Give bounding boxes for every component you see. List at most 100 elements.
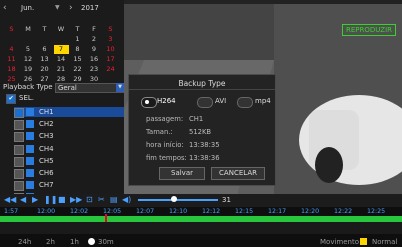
- next-year-icon[interactable]: ›: [69, 3, 73, 13]
- scissors-icon[interactable]: ✂: [98, 195, 105, 204]
- calendar-day[interactable]: 2: [87, 35, 102, 44]
- calendar-day[interactable]: 23: [87, 65, 102, 74]
- weekday-label: F: [92, 25, 96, 33]
- channel-checkbox[interactable]: [14, 120, 24, 131]
- time-tick: 12:12: [202, 208, 221, 215]
- calendar-day[interactable]: 21: [54, 65, 69, 74]
- save-button[interactable]: Salvar: [159, 167, 205, 180]
- calendar-day[interactable]: 15: [70, 55, 85, 64]
- weekday-label: T: [75, 25, 80, 33]
- calendar-day[interactable]: 20: [37, 65, 52, 74]
- calendar-day[interactable]: 7: [53, 45, 69, 54]
- channel-row-ch7[interactable]: CH7: [14, 180, 124, 192]
- radio-mp4[interactable]: [237, 97, 253, 108]
- playback-type-select[interactable]: Geral ▼: [55, 83, 125, 93]
- zoom-24h[interactable]: 24h: [18, 238, 31, 246]
- channel-play-icon[interactable]: [26, 120, 34, 129]
- channel-play-icon[interactable]: [26, 156, 34, 165]
- channel-checkbox[interactable]: [14, 132, 24, 143]
- stop-icon[interactable]: ■: [58, 195, 66, 204]
- channel-checkbox[interactable]: [14, 169, 24, 179]
- calendar-day[interactable]: 13: [37, 55, 52, 64]
- calendar-day[interactable]: 9: [87, 45, 102, 54]
- frame-icon[interactable]: ⊡: [86, 195, 93, 204]
- channel-checkbox[interactable]: [14, 181, 24, 192]
- channel-list: CH1CH2CH3CH4CH5CH6CH7CH8: [0, 107, 124, 207]
- pause-icon[interactable]: ❚❚: [44, 195, 57, 204]
- weekday-label: T: [42, 25, 47, 33]
- calendar-day[interactable]: 12: [21, 55, 36, 64]
- calendar-day[interactable]: 22: [70, 65, 85, 74]
- divider: [129, 89, 275, 90]
- volume-slider-handle[interactable]: [171, 196, 177, 202]
- legend-normal: Normal: [372, 238, 398, 246]
- calendar-day[interactable]: 6: [37, 45, 52, 54]
- calendar-day[interactable]: 14: [54, 55, 69, 64]
- fim-tempos-label: fim tempos:: [146, 154, 187, 162]
- channel-play-icon[interactable]: [26, 181, 34, 190]
- cancel-button[interactable]: CANCELAR: [211, 167, 265, 180]
- channel-row-ch2[interactable]: CH2: [14, 119, 124, 131]
- zoom-1h[interactable]: 1h: [70, 238, 79, 246]
- time-tick: 12:15: [235, 208, 254, 215]
- reproduzir-button[interactable]: REPRODUZIR: [342, 24, 396, 36]
- calendar-day[interactable]: 24: [103, 65, 118, 74]
- volume-slider[interactable]: [138, 196, 218, 202]
- channel-play-icon[interactable]: [26, 144, 34, 153]
- calendar-day[interactable]: 1: [70, 35, 85, 44]
- select-all-checkbox[interactable]: ✔: [6, 94, 16, 104]
- calendar-day[interactable]: 4: [4, 45, 19, 54]
- backup-type-dialog: Backup Type H264 AVI mp4 passagem: CH1 T…: [128, 74, 276, 186]
- radio-h264[interactable]: [141, 97, 157, 108]
- channel-row-ch1[interactable]: CH1: [14, 107, 124, 118]
- weekday-label: M: [25, 25, 31, 33]
- legend-movimento: Movimento: [320, 238, 359, 246]
- step-back-icon[interactable]: ◀: [20, 195, 26, 204]
- zoom-2h[interactable]: 2h: [46, 238, 55, 246]
- calendar-day[interactable]: 17: [103, 55, 118, 64]
- calendar-day[interactable]: 11: [4, 55, 19, 64]
- calendar-day[interactable]: 8: [70, 45, 85, 54]
- time-tick: 12:07: [136, 208, 155, 215]
- channel-row-ch4[interactable]: CH4: [14, 144, 124, 155]
- calendar-day[interactable]: 3: [103, 35, 118, 44]
- calendar-day[interactable]: 18: [4, 65, 19, 74]
- timeline-footer: 24h 2h 1h 30m Movimento Normal: [0, 236, 402, 246]
- playback-type-label: Playback Type: [3, 83, 53, 91]
- channel-checkbox[interactable]: [14, 156, 24, 167]
- time-tick: 1:57: [4, 208, 19, 215]
- channel-play-icon[interactable]: [26, 132, 34, 141]
- format-h264-label: H264: [157, 97, 176, 105]
- calendar-day[interactable]: 16: [87, 55, 102, 64]
- channel-row-ch5[interactable]: CH5: [14, 156, 124, 167]
- calendar-day[interactable]: 19: [21, 65, 36, 74]
- select-all-row[interactable]: ✔ SEL.: [3, 94, 123, 104]
- backup-icon[interactable]: ▤: [110, 195, 118, 204]
- channel-checkbox[interactable]: [14, 108, 24, 118]
- weekday-row: SMTWTFS: [4, 25, 120, 34]
- radio-avi[interactable]: [197, 97, 213, 108]
- prev-month-icon[interactable]: ‹: [3, 3, 7, 13]
- fast-forward-icon[interactable]: ▶▶: [70, 195, 82, 204]
- calendar-week-row: 18 19 20 21 22 23 24: [4, 65, 120, 74]
- channel-play-icon[interactable]: [26, 108, 34, 116]
- rewind-icon[interactable]: ◀◀: [4, 195, 16, 204]
- zoom-30m[interactable]: 30m: [98, 238, 114, 246]
- channel-checkbox[interactable]: [14, 144, 24, 155]
- channel-label: CH6: [39, 169, 54, 177]
- calendar-day[interactable]: 5: [21, 45, 36, 54]
- format-avi-label: AVI: [215, 97, 227, 105]
- time-tick: 12:20: [301, 208, 320, 215]
- play-icon[interactable]: ▶: [32, 195, 38, 204]
- calendar-day[interactable]: 10: [103, 45, 118, 54]
- month-dropdown-icon[interactable]: ▼: [55, 4, 60, 11]
- channel-row-ch6[interactable]: CH6: [14, 168, 124, 179]
- legend-movimento-swatch: [360, 238, 367, 245]
- calendar-week-row: 123: [4, 35, 120, 44]
- volume-icon[interactable]: ◀): [122, 195, 131, 204]
- zoom-radio-selected[interactable]: [88, 238, 95, 245]
- channel-play-icon[interactable]: [26, 169, 34, 177]
- hora-inicio-value: 13:38:35: [189, 141, 220, 149]
- channel-row-ch3[interactable]: CH3: [14, 131, 124, 143]
- month-label: Jun.: [21, 4, 35, 12]
